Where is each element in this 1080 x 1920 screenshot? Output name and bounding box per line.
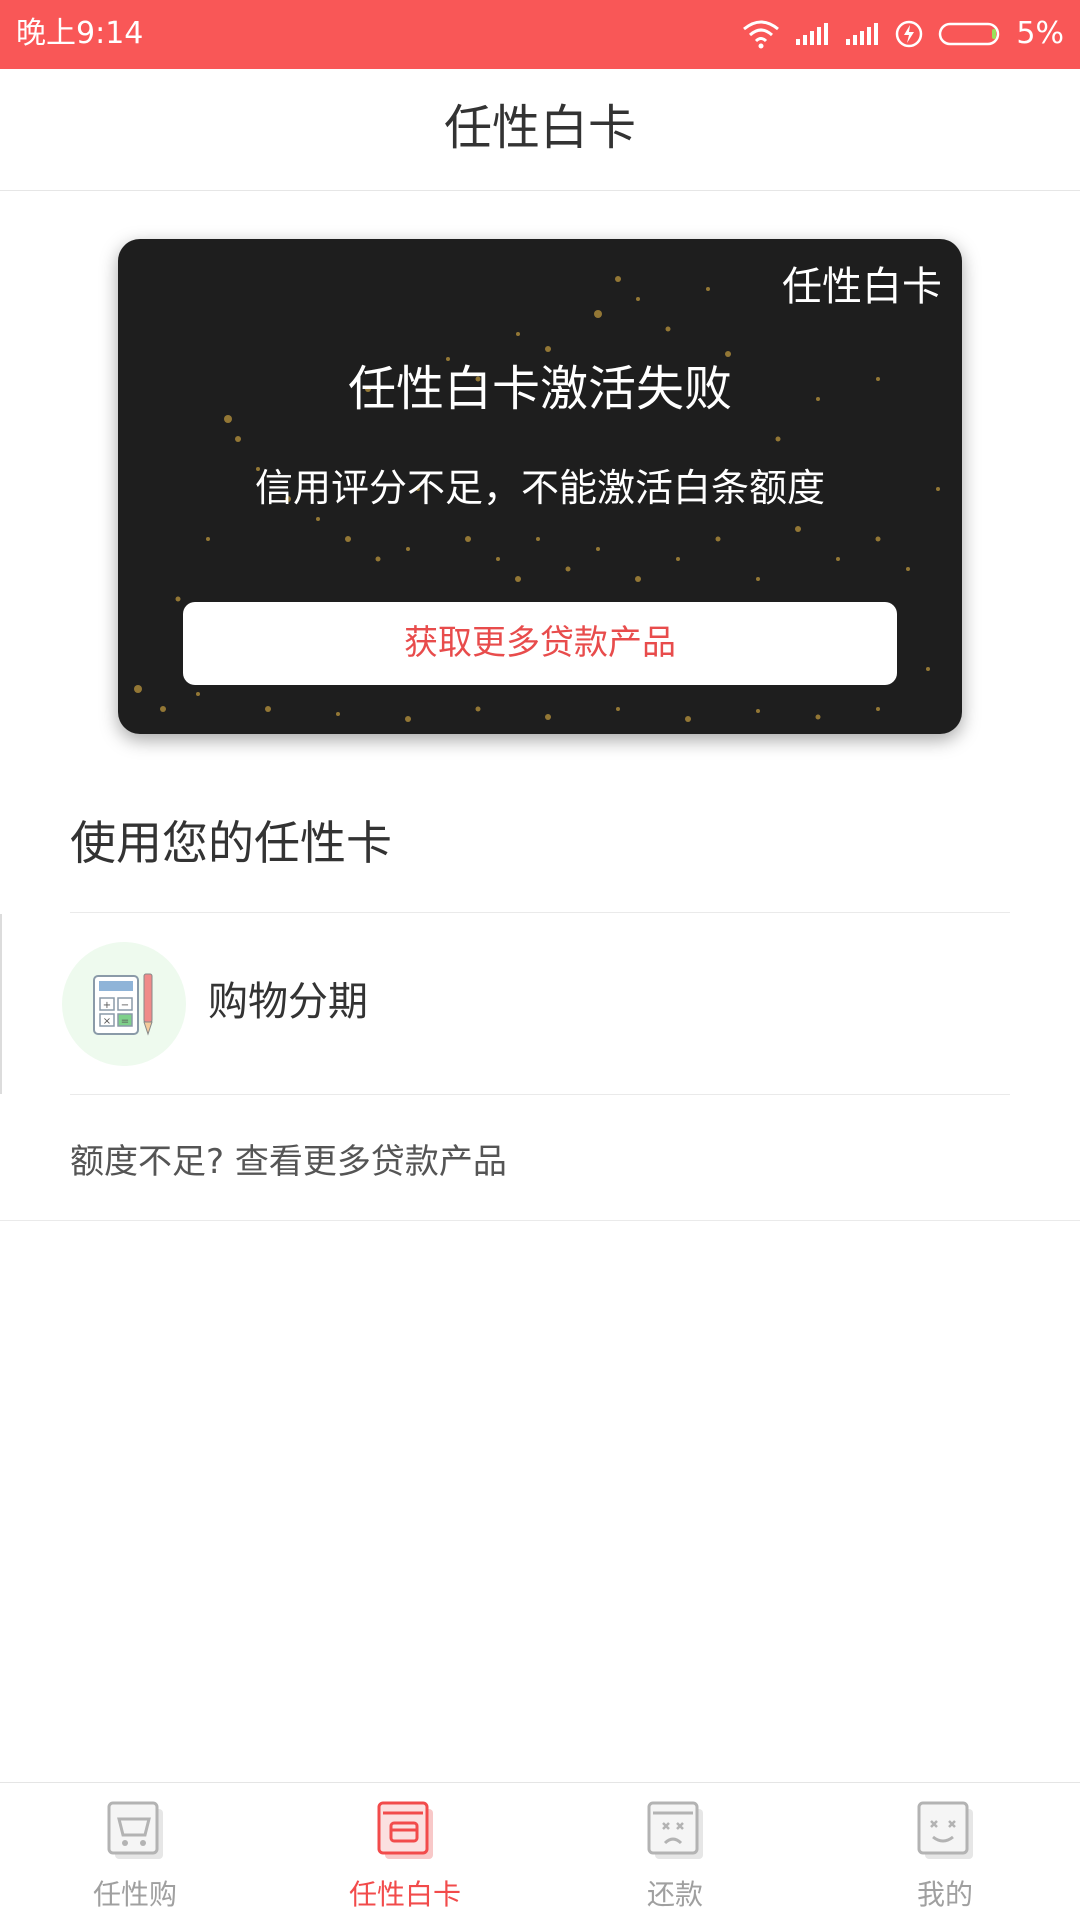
status-bar: 晚上9:14 5% bbox=[0, 0, 1080, 69]
cart-icon bbox=[105, 1799, 165, 1867]
tab-white-card[interactable]: 任性白卡 bbox=[270, 1783, 540, 1920]
tab-repay[interactable]: 还款 bbox=[540, 1783, 810, 1920]
row-edge bbox=[0, 914, 2, 1094]
divider bbox=[0, 1220, 1080, 1221]
calculator-icon: + − × = bbox=[62, 942, 186, 1066]
tab-label: 任性白卡 bbox=[348, 1878, 461, 1911]
charging-icon bbox=[894, 19, 924, 49]
signal-icon bbox=[794, 21, 830, 47]
page-title: 任性白卡 bbox=[443, 100, 636, 156]
get-more-loans-button[interactable]: 获取更多贷款产品 bbox=[183, 602, 897, 685]
divider bbox=[70, 1094, 1010, 1095]
tab-label: 任性购 bbox=[92, 1878, 177, 1911]
activation-status-title: 任性白卡激活失败 bbox=[347, 361, 732, 417]
card-icon bbox=[375, 1799, 435, 1867]
card-brand: 任性白卡 bbox=[782, 264, 942, 310]
svg-text:+: + bbox=[103, 1000, 111, 1011]
activation-status-desc: 信用评分不足，不能激活白条额度 bbox=[254, 466, 825, 510]
divider bbox=[70, 912, 1010, 913]
more-loans-link[interactable]: 额度不足? 查看更多贷款产品 bbox=[70, 1138, 507, 1186]
battery-icon bbox=[938, 21, 1002, 47]
svg-text:=: = bbox=[121, 1016, 129, 1027]
credit-card: 任性白卡 任性白卡激活失败 信用评分不足，不能激活白条额度 获取更多贷款产品 bbox=[118, 239, 962, 734]
screen: 晚上9:14 5% 任性白卡 任性白卡 任性白卡激活失败 信用评分不足，不能激活… bbox=[0, 0, 1080, 1920]
tab-label: 我的 bbox=[916, 1878, 973, 1911]
status-icons: 5% bbox=[742, 12, 1064, 56]
tab-mine[interactable]: 我的 bbox=[810, 1783, 1080, 1920]
list-item-installment[interactable]: + − × = 购物分期 bbox=[0, 914, 1080, 1094]
status-time: 晚上9:14 bbox=[16, 16, 144, 51]
list-item-label: 购物分期 bbox=[208, 979, 368, 1025]
repay-icon bbox=[645, 1799, 705, 1867]
signal-icon bbox=[844, 21, 880, 47]
profile-icon bbox=[915, 1799, 975, 1867]
wifi-icon bbox=[742, 19, 780, 49]
tab-label: 还款 bbox=[646, 1878, 703, 1911]
svg-text:−: − bbox=[121, 1000, 129, 1011]
svg-text:×: × bbox=[103, 1016, 111, 1027]
title-bar: 任性白卡 bbox=[0, 69, 1080, 191]
tab-shop[interactable]: 任性购 bbox=[0, 1783, 270, 1920]
section-title: 使用您的任性卡 bbox=[70, 816, 392, 870]
bottom-nav: 任性购 任性白卡 还款 我的 bbox=[0, 1782, 1080, 1920]
battery-percent: 5% bbox=[1016, 16, 1064, 51]
